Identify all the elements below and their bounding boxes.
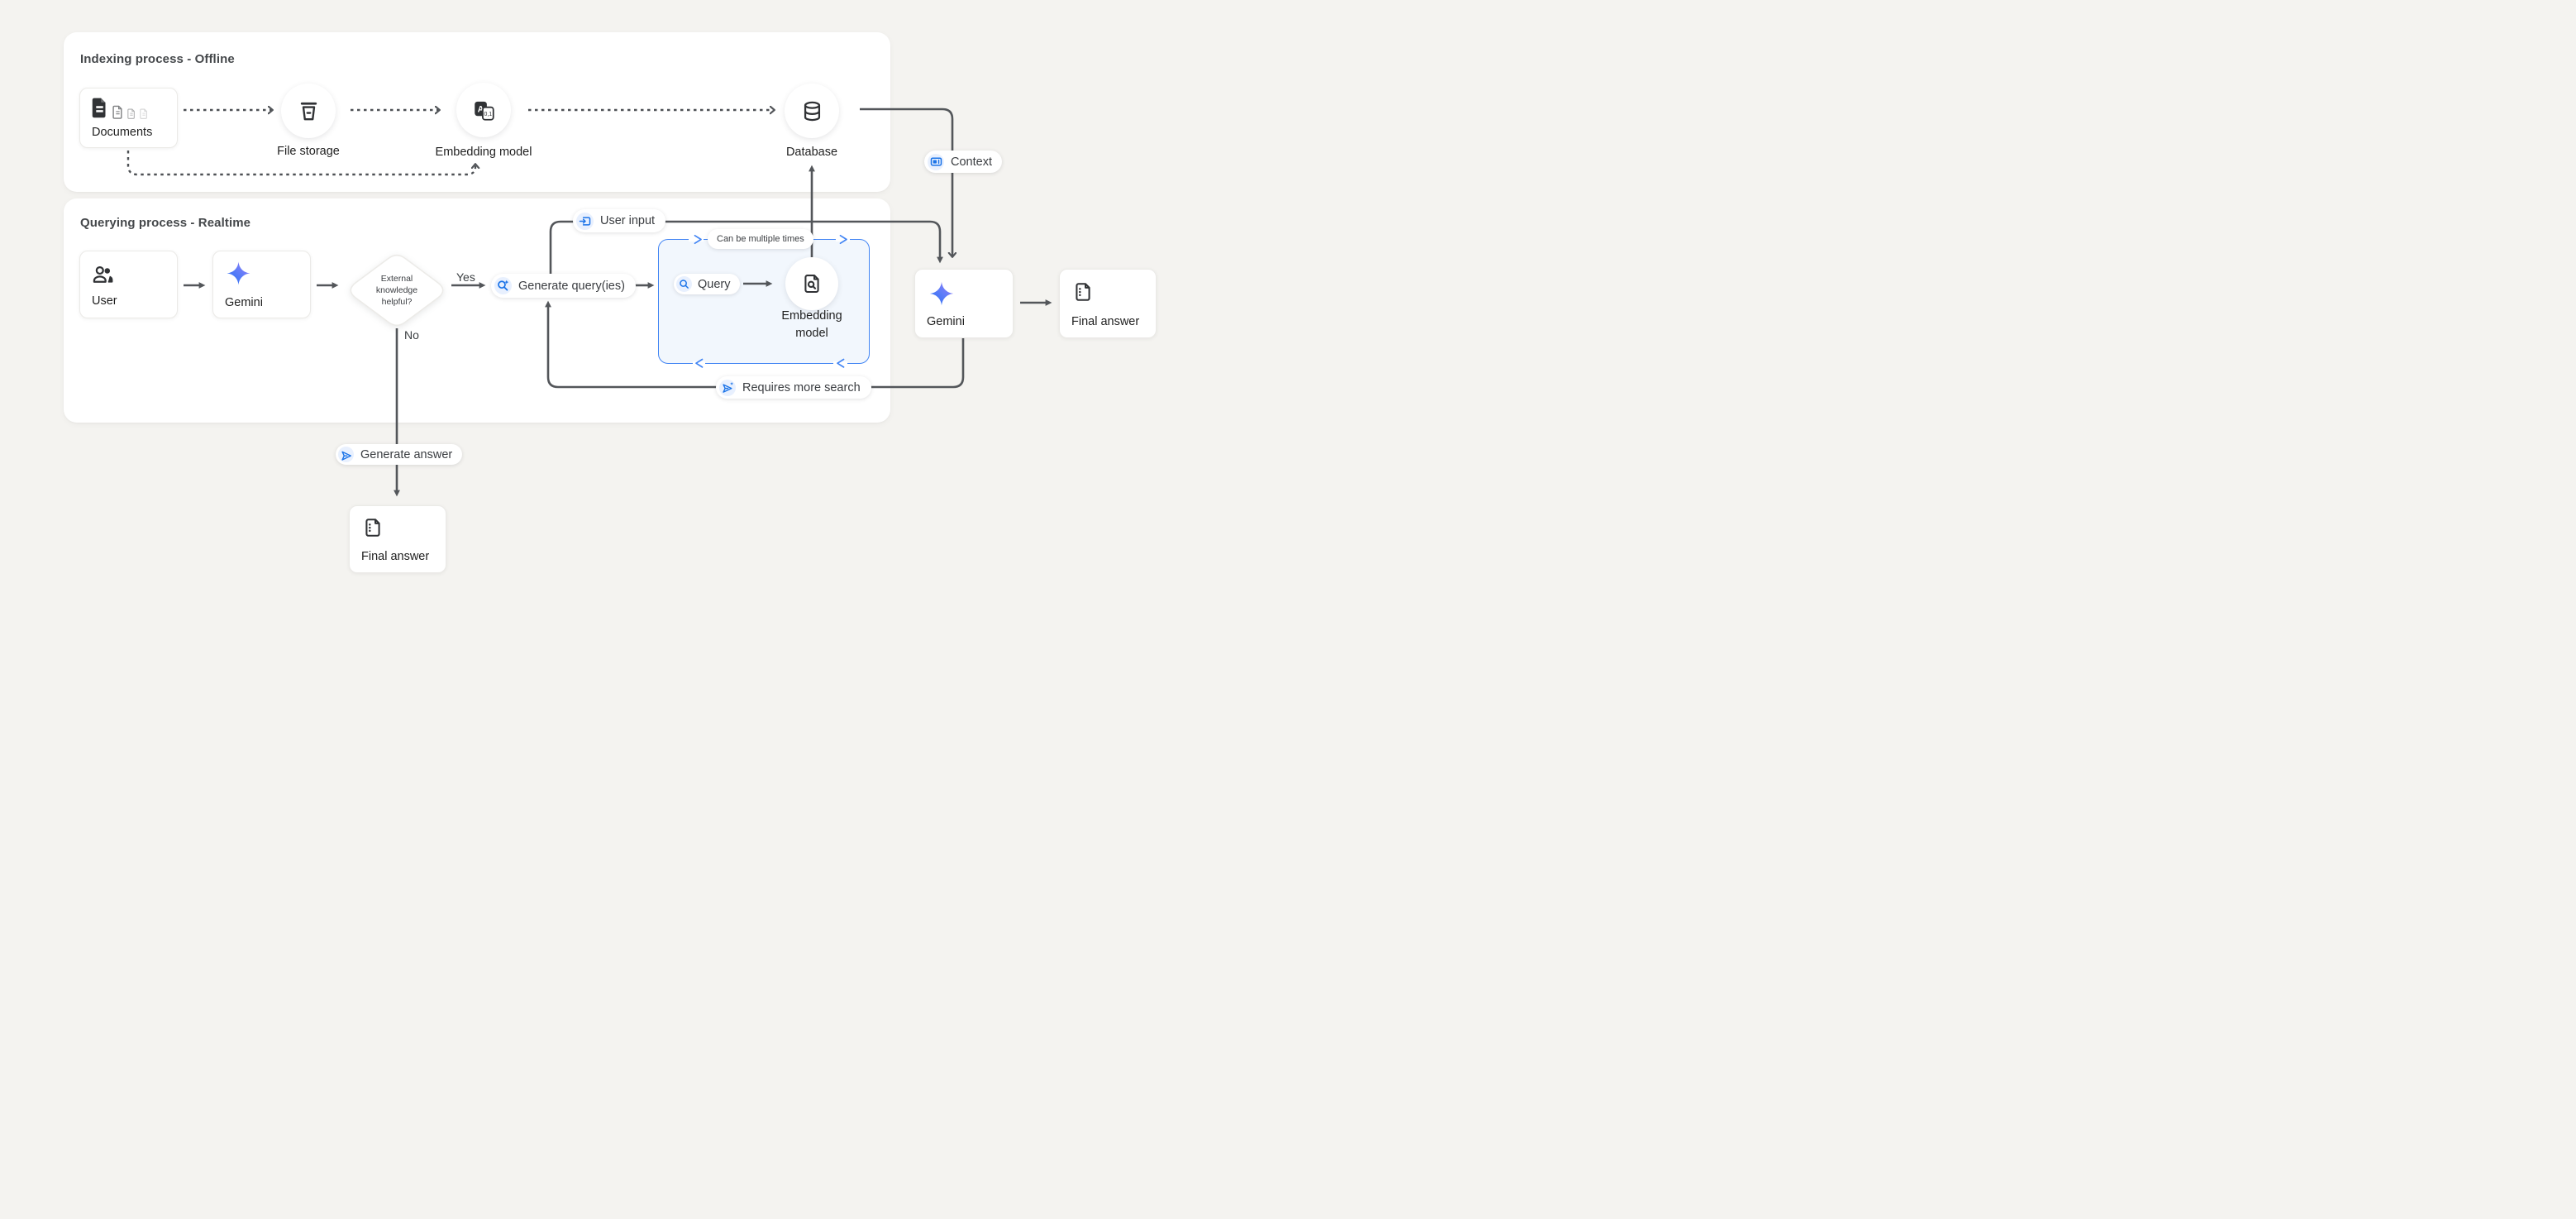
gemini-icon <box>928 280 955 307</box>
database-node <box>785 84 839 138</box>
edge-database-context-to-gemini <box>860 109 952 256</box>
send-sparkle-icon <box>719 380 736 396</box>
embedding-model-bottom-label-2: model <box>795 327 828 340</box>
decision-text: External knowledge helpful? <box>344 251 450 330</box>
document-search-icon <box>801 273 823 294</box>
embedding-translate-icon: A 0,1 <box>473 99 495 122</box>
edge-gemini-loop-to-generatequery <box>548 307 963 387</box>
requires-more-search-badge: Requires more search <box>716 376 871 399</box>
gemini-icon <box>226 261 251 286</box>
send-icon <box>338 447 354 462</box>
rag-architecture-diagram: Indexing process - Offline Querying proc… <box>0 0 1288 610</box>
gemini-right-label: Gemini <box>927 315 965 328</box>
can-be-multiple-times-note: Can be multiple times <box>708 229 813 249</box>
file-storage-label: File storage <box>277 145 340 158</box>
indexing-section-title: Indexing process - Offline <box>80 52 235 66</box>
final-answer-bottom-node: Final answer <box>349 505 446 573</box>
documents-icon <box>91 96 148 119</box>
gemini-right-node: Gemini <box>914 269 1014 338</box>
documents-label: Documents <box>92 126 152 139</box>
final-answer-right-label: Final answer <box>1071 315 1139 328</box>
no-edge-label: No <box>404 328 419 342</box>
query-step: Query <box>674 274 740 294</box>
search-sparkle-icon <box>494 277 512 294</box>
context-icon <box>928 154 944 170</box>
generate-query-label: Generate query(ies) <box>518 280 625 293</box>
final-answer-doc-icon <box>362 517 384 538</box>
file-storage-node <box>281 84 336 138</box>
context-badge-label: Context <box>951 155 992 169</box>
embedding-model-top-label: Embedding model <box>436 146 532 159</box>
yes-edge-label: Yes <box>456 270 475 284</box>
final-answer-bottom-label: Final answer <box>361 550 429 563</box>
generate-query-step: Generate query(ies) <box>491 274 636 298</box>
database-icon <box>801 100 823 122</box>
query-label: Query <box>698 278 731 291</box>
final-answer-right-node: Final answer <box>1059 269 1157 338</box>
embedding-model-bottom-label-1: Embedding <box>781 309 842 323</box>
user-icon <box>92 263 114 285</box>
user-input-badge: User input <box>573 209 665 232</box>
gemini-left-label: Gemini <box>225 296 263 309</box>
requires-more-search-label: Requires more search <box>742 381 861 394</box>
generate-answer-badge: Generate answer <box>336 444 462 465</box>
user-input-label: User input <box>600 214 655 227</box>
gemini-left-node: Gemini <box>212 251 311 318</box>
storage-bucket-icon <box>298 100 320 122</box>
generate-answer-label: Generate answer <box>360 448 452 461</box>
database-label: Database <box>786 146 837 159</box>
final-answer-doc-icon <box>1072 281 1094 303</box>
embedding-model-top-node: A 0,1 <box>456 83 511 137</box>
documents-node: Documents <box>79 88 178 148</box>
user-label: User <box>92 294 117 308</box>
context-badge: Context <box>924 151 1002 173</box>
user-node: User <box>79 251 178 318</box>
search-icon <box>676 276 692 292</box>
decision-external-knowledge: External knowledge helpful? <box>344 251 450 330</box>
svg-text:0,1: 0,1 <box>484 111 492 117</box>
user-input-icon <box>576 213 594 230</box>
querying-section-title: Querying process - Realtime <box>80 216 250 230</box>
embedding-model-bottom-node <box>785 257 838 310</box>
